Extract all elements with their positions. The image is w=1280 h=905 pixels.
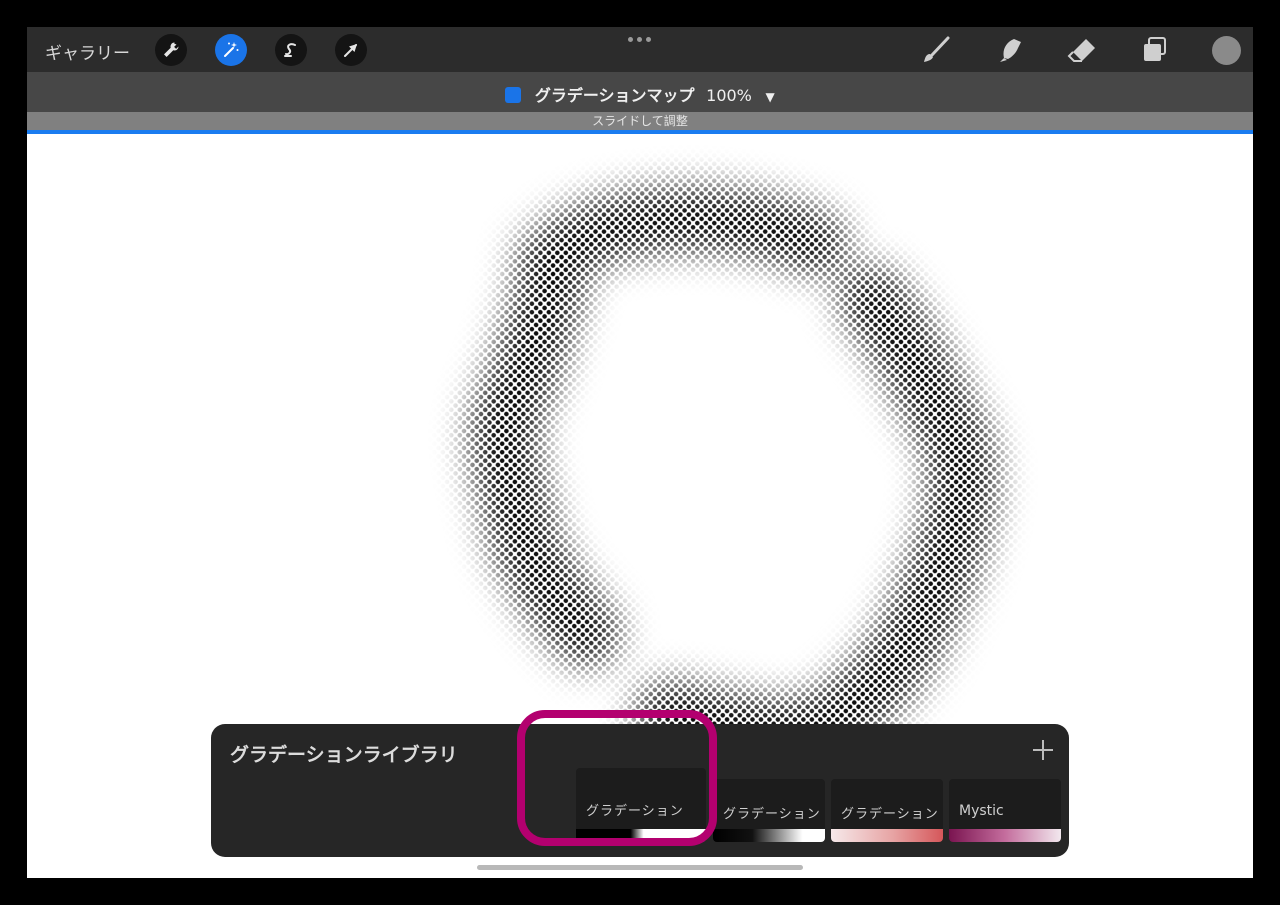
brush-icon xyxy=(924,36,950,62)
more-options-dots[interactable] xyxy=(628,37,651,42)
layers-button[interactable] xyxy=(1139,35,1171,65)
adjustment-name: グラデーションマップ xyxy=(534,86,695,105)
gradient-card-2[interactable]: グラデーション xyxy=(713,779,825,842)
slide-hint[interactable]: スライドして調整 xyxy=(27,112,1253,130)
gallery-button[interactable]: ギャラリー xyxy=(45,39,130,64)
gradient-preview xyxy=(713,829,825,842)
transform-arrow-icon xyxy=(344,44,357,57)
gradient-library-panel: グラデーションライブラリ グラデーション グラデーション グラデーション Mys… xyxy=(211,724,1069,857)
eraser-button[interactable] xyxy=(1066,35,1098,65)
gradient-card-label: グラデーション xyxy=(586,804,684,819)
layers-icon xyxy=(1144,37,1166,61)
wrench-icon xyxy=(164,42,179,57)
transform-button[interactable] xyxy=(335,34,367,66)
gradient-map-icon xyxy=(505,87,522,103)
gradient-library-title: グラデーションライブラリ xyxy=(230,744,458,766)
gradient-preview xyxy=(949,829,1061,842)
smudge-button[interactable] xyxy=(993,35,1025,65)
selection-icon xyxy=(284,43,296,57)
gradient-card-label: Mystic xyxy=(959,803,1004,819)
app-screen: ギャラリー グラデーションマップ 100% ▼ スライドして調整 グラデーション… xyxy=(27,27,1253,878)
gradient-card-4[interactable]: Mystic xyxy=(949,779,1061,842)
add-gradient-button[interactable] xyxy=(1031,738,1055,762)
gradient-card-3[interactable]: グラデーション xyxy=(831,779,943,842)
adjustment-bar: グラデーションマップ 100% ▼ xyxy=(27,72,1253,112)
top-toolbar: ギャラリー xyxy=(27,27,1253,72)
smudge-icon xyxy=(1000,39,1021,62)
dropdown-triangle-icon: ▼ xyxy=(765,90,775,104)
color-picker-button[interactable] xyxy=(1212,36,1241,65)
gradient-preview xyxy=(831,829,943,842)
adjustment-title-dropdown[interactable]: グラデーションマップ 100% ▼ xyxy=(27,82,1253,106)
gradient-preview xyxy=(576,829,706,842)
gradient-card-1[interactable]: グラデーション xyxy=(576,768,706,842)
gradient-card-label: グラデーション xyxy=(841,807,939,822)
adjustments-button[interactable] xyxy=(215,34,247,66)
home-indicator xyxy=(477,865,803,870)
selection-button[interactable] xyxy=(275,34,307,66)
brush-button[interactable] xyxy=(920,35,952,65)
actions-button[interactable] xyxy=(155,34,187,66)
adjustment-percent: 100% xyxy=(706,86,752,105)
magic-wand-icon xyxy=(224,42,239,57)
eraser-icon xyxy=(1067,39,1095,62)
gradient-card-label: グラデーション xyxy=(723,807,821,822)
